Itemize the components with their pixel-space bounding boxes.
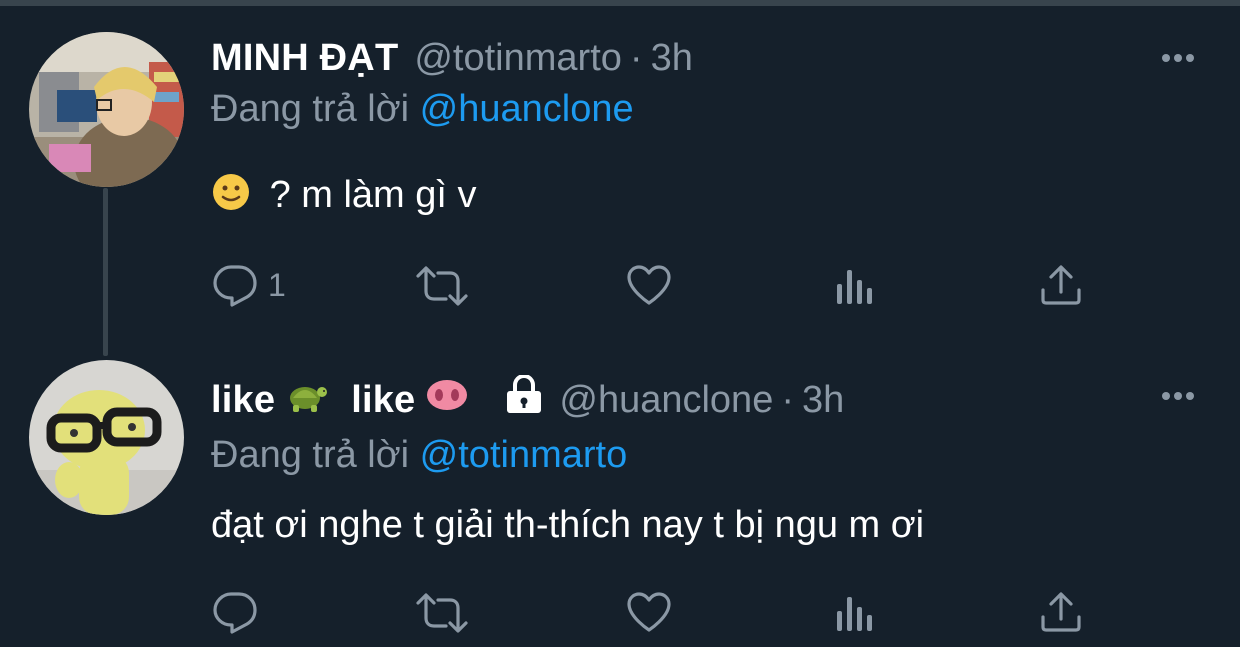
turtle-emoji [285, 376, 329, 424]
avatar-photo [29, 360, 184, 515]
top-divider [0, 0, 1240, 6]
avatar-photo [29, 32, 184, 187]
retweet-button[interactable] [414, 593, 470, 633]
separator-dot: · [781, 378, 794, 421]
replying-to: Đang trả lời @totinmarto [211, 434, 627, 477]
thread-connector-line [103, 188, 108, 356]
like-button[interactable] [626, 591, 672, 633]
analytics-icon [837, 597, 872, 631]
timestamp[interactable]: 3h [651, 37, 693, 80]
tweet-header: like like @huanclone · 3h [211, 374, 844, 425]
analytics-button[interactable] [835, 266, 877, 306]
tweet-header: MINH ĐẠT @totinmarto · 3h [211, 36, 693, 80]
analytics-button[interactable] [835, 593, 877, 633]
share-button[interactable] [1040, 264, 1082, 306]
replying-to: Đang trả lời @huanclone [211, 88, 634, 131]
separator-dot: · [629, 36, 643, 79]
avatar[interactable] [29, 360, 184, 515]
more-icon[interactable] [1158, 386, 1198, 406]
reply-button[interactable]: 1 [212, 263, 286, 307]
tweet-body: ? m làm gì v [269, 174, 477, 217]
display-name[interactable]: MINH ĐẠT [211, 37, 398, 80]
avatar[interactable] [29, 32, 184, 187]
reply-button[interactable] [212, 590, 268, 634]
mention-link[interactable]: @huanclone [420, 88, 634, 130]
replying-prefix: Đang trả lời [211, 88, 410, 130]
tweet-text: đạt ơi nghe t giải th-thích nay t bị ngu… [211, 504, 925, 546]
like-icon [627, 592, 671, 632]
lock-icon [503, 374, 545, 425]
share-icon [1041, 592, 1081, 632]
more-icon[interactable] [1158, 48, 1198, 68]
retweet-icon [416, 593, 468, 633]
display-name-part-2[interactable]: like [351, 379, 415, 422]
user-handle[interactable]: @huanclone [559, 379, 773, 422]
user-handle[interactable]: @totinmarto [414, 37, 622, 80]
slightly-smiling-face-emoji [211, 172, 251, 222]
replying-prefix: Đang trả lời [211, 434, 410, 476]
timestamp[interactable]: 3h [802, 379, 844, 422]
reply-icon [213, 265, 257, 307]
like-button[interactable] [626, 264, 672, 306]
retweet-button[interactable] [414, 266, 470, 306]
share-button[interactable] [1040, 591, 1082, 633]
share-icon [1041, 265, 1081, 305]
tweet-text: ? m làm gì v [211, 172, 477, 222]
mention-link[interactable]: @totinmarto [420, 434, 628, 476]
analytics-icon [837, 270, 872, 304]
like-icon [627, 265, 671, 305]
pig-nose-emoji [425, 378, 469, 422]
display-name-part-1[interactable]: like [211, 379, 275, 422]
retweet-icon [416, 266, 468, 306]
reply-count: 1 [268, 266, 286, 303]
reply-icon [213, 592, 257, 634]
